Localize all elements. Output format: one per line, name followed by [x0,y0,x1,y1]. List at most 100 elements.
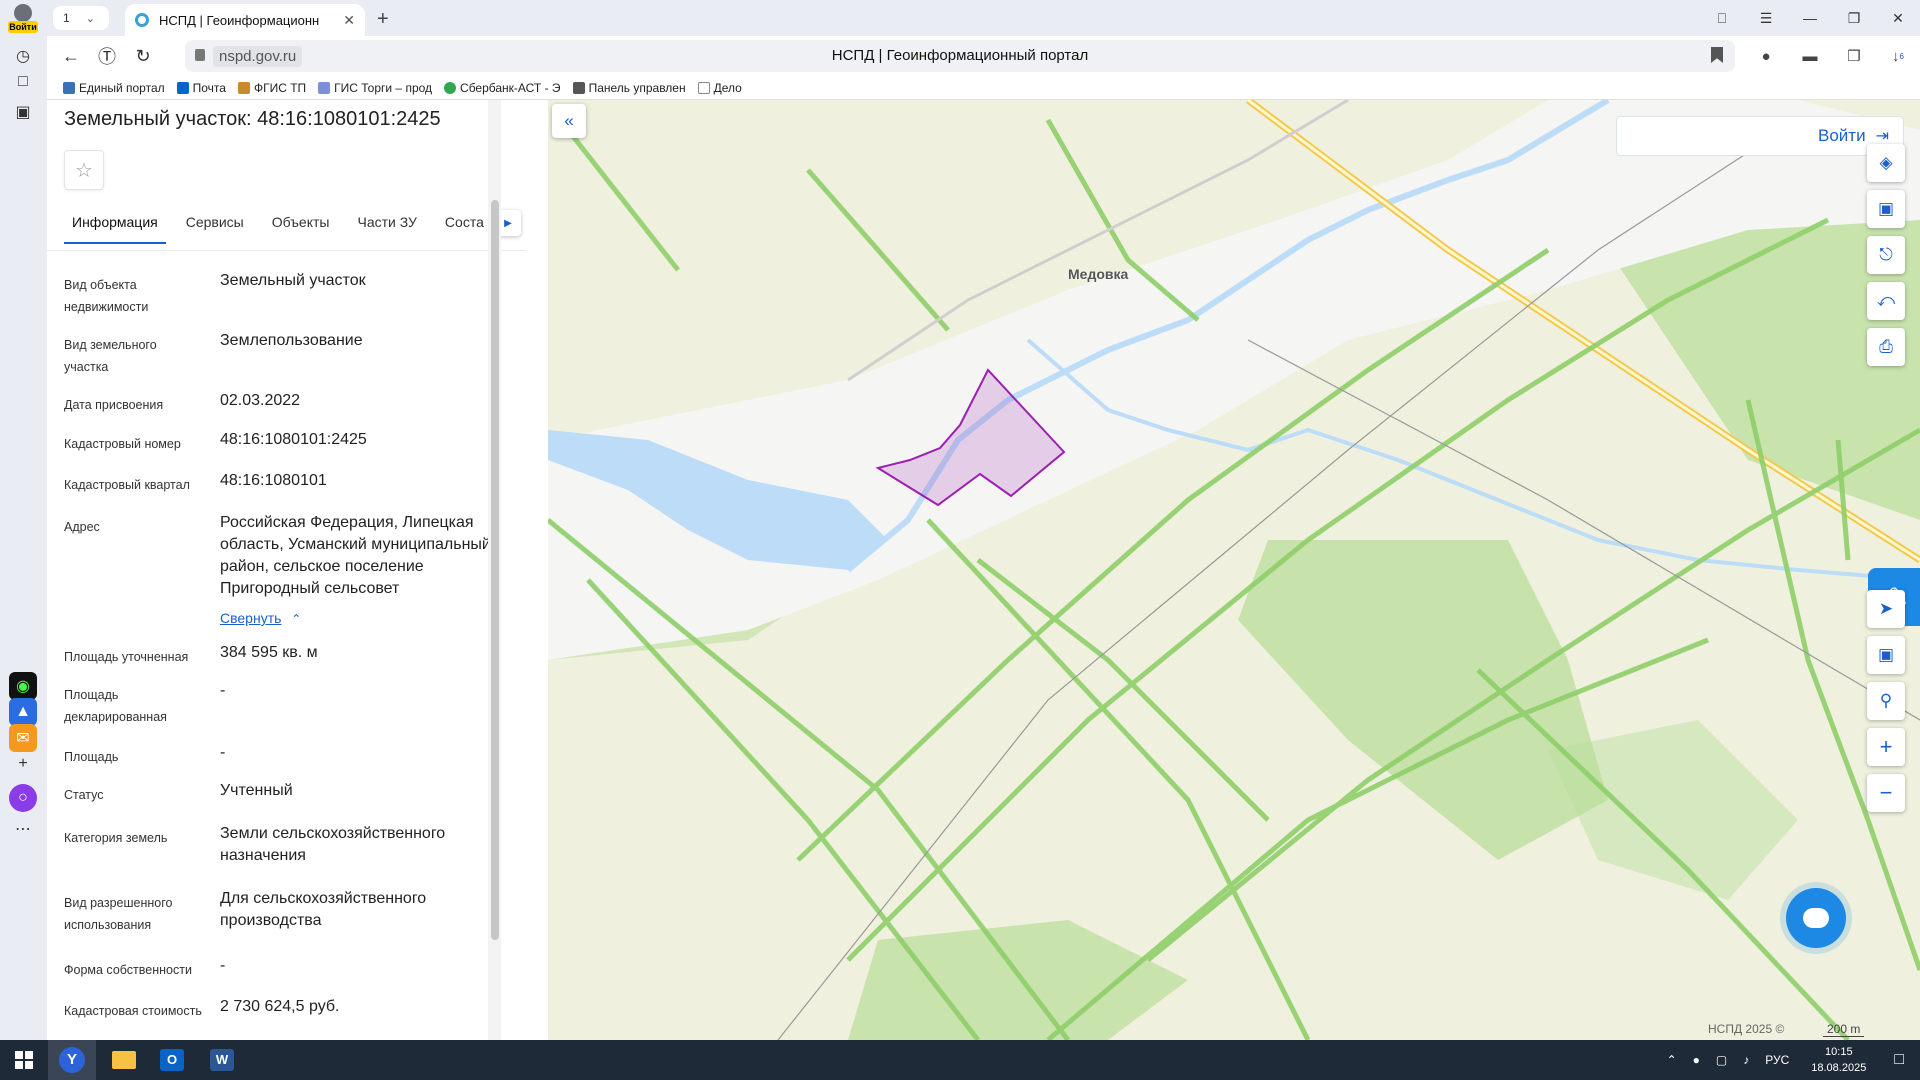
downloads-icon[interactable]: ↓ 6 [1876,40,1920,72]
bookmark-item[interactable]: Почта [176,81,226,95]
geolocation-icon[interactable]: ➤ [1867,590,1905,628]
language-indicator[interactable]: РУС [1765,1053,1789,1067]
network-icon[interactable]: ▢ [1716,1053,1727,1067]
profile-login-button[interactable]: Войти [6,4,40,34]
info-value: 384 595 кв. м [220,644,318,661]
tabs-panel-icon[interactable]: □ [9,68,37,96]
tab-composition[interactable]: Соста [437,210,492,244]
app-icon-messenger[interactable]: ▲ [9,698,37,726]
new-tab-icon[interactable]: + [377,8,389,31]
panel-tabs: Информация Сервисы Объекты Части ЗУ Сост… [64,210,509,244]
more-icon[interactable]: ⋯ [9,815,37,843]
taskbar-outlook-icon[interactable]: O [148,1040,196,1080]
bookmark-item[interactable]: Единый портал [63,81,165,95]
back-icon[interactable]: ← [59,44,83,68]
bookmarks-bar: Единый портал Почта ФГИС ТП ГИС Торги – … [47,76,1920,100]
info-label: Площадь декларированная [64,688,167,724]
tab-services[interactable]: Сервисы [178,210,252,244]
info-label: Адрес [64,520,100,534]
share-icon[interactable]: ⤺ [1867,282,1905,320]
object-info-panel: Земельный участок: 48:16:1080101:2425 ☆ … [47,100,535,1040]
map-login-button[interactable]: Войти ⇥ [1616,116,1904,156]
layers-icon[interactable]: ◈ [1867,144,1905,182]
address-bar-row: ← Ⓣ ↻ nspd.gov.ru НСПД | Геоинформационн… [47,36,1920,76]
taskbar-explorer-icon[interactable] [100,1040,148,1080]
bookmark-item[interactable]: Сбербанк-АСТ - Э [444,81,561,95]
document-icon [697,81,710,94]
tab-strip: 1 ⌄ НСПД | Геоинформационн ✕ + ⎕ ☰ — ❐ ✕ [47,0,1920,36]
scrollbar-thumb[interactable] [491,200,499,940]
address-bar[interactable]: nspd.gov.ru НСПД | Геоинформационный пор… [185,40,1735,72]
bookmark-item[interactable]: Дело [697,81,742,95]
info-value: Учтенный [220,782,293,799]
bookmark-favicon-icon [444,81,457,94]
zoom-out-icon[interactable]: − [1867,774,1905,812]
windows-taskbar: Y O W ⌃ ● ▢ ♪ РУС 10:15 18.08.2025 □ [0,1040,1920,1080]
info-label: Кадастровый квартал [64,478,190,492]
bookmarks-panel-icon[interactable]: ⎕ [1700,0,1744,36]
notifications-icon[interactable]: ☰ [1744,0,1788,36]
extension-icon[interactable]: ● [1744,40,1788,72]
collapse-panel-icon[interactable]: « [552,104,586,138]
tab-count: 1 [63,11,70,25]
bookmark-favicon-icon [572,81,585,94]
map-canvas[interactable] [548,100,1920,1040]
ruler-icon[interactable]: ▣ [1867,190,1905,228]
collapse-link[interactable]: Свернуть [220,610,281,626]
tab-objects[interactable]: Объекты [264,210,338,244]
add-app-icon[interactable]: + [9,750,37,778]
screenshot-icon[interactable]: ▣ [9,98,37,126]
bookmark-item[interactable]: ГИС Торги – прод [318,81,432,95]
nspd-favicon-icon [135,13,149,27]
taskbar-word-icon[interactable]: W [198,1040,246,1080]
tab-information[interactable]: Информация [64,210,166,244]
star-icon[interactable]: ☆ [64,150,104,190]
microphone-icon[interactable]: ● [1693,1053,1700,1067]
info-value: Землепользование [220,332,363,349]
reload-icon[interactable]: ↻ [131,44,155,68]
info-label: Вид объекта недвижимости [64,278,149,314]
map-view[interactable]: « Войти ⇥ Медовка ◈ ▣ ⎋ ⤺ ⎙ ✎ ➤ ▣ ⚲ + − … [548,100,1920,1040]
zoom-in-icon[interactable]: + [1867,728,1905,766]
info-label: Вид разрешенного использования [64,896,173,932]
history-icon[interactable]: ◷ [9,42,37,70]
page-title-in-address[interactable]: НСПД | Геоинформационный портал [185,47,1735,64]
app-icon-mail[interactable]: ✉ [9,724,37,752]
collections-icon[interactable]: ❒ [1832,40,1876,72]
divider [47,250,525,251]
volume-icon[interactable]: ♪ [1743,1053,1749,1067]
restore-icon[interactable]: ❐ [1832,0,1876,36]
info-label: Вид земельного участка [64,338,157,374]
chat-assistant-icon[interactable] [1786,888,1846,948]
location-search-icon[interactable]: ⚲ [1867,682,1905,720]
notification-center-icon[interactable]: □ [1894,1051,1904,1069]
area-search-icon[interactable]: ⎋ [1867,236,1905,274]
app-icon-alice-tv[interactable]: ◉ [9,672,37,700]
panel-scrollbar[interactable] [488,100,501,1040]
close-window-icon[interactable]: ✕ [1876,0,1920,36]
tab-parts[interactable]: Части ЗУ [349,210,424,244]
info-label: Кадастровый номер [64,437,181,451]
tray-overflow-icon[interactable]: ⌃ [1667,1053,1677,1067]
taskbar-clock[interactable]: 10:15 18.08.2025 [1811,1044,1866,1076]
yandex-logo-icon[interactable]: Ⓣ [95,44,119,68]
clock-date: 18.08.2025 [1811,1062,1867,1074]
map-scale: 200 m [1823,1022,1865,1037]
bookmark-item[interactable]: Панель управлен [572,81,686,95]
close-tab-icon[interactable]: ✕ [343,12,355,29]
panel-title: Земельный участок: 48:16:1080101:2425 [64,108,441,130]
alice-assistant-icon[interactable]: ○ [9,784,37,812]
minimize-icon[interactable]: — [1788,0,1832,36]
taskbar-yandex-browser-icon[interactable]: Y [48,1040,96,1080]
windows-start-icon[interactable] [0,1040,48,1080]
village-label: Медовка [1068,266,1129,282]
browser-tab-active[interactable]: НСПД | Геоинформационн ✕ [125,4,365,36]
info-value: 2 730 624,5 руб. [220,998,340,1015]
vpn-icon[interactable]: ▬ [1788,40,1832,72]
chevron-down-icon: ⌄ [85,12,95,25]
minimap-icon[interactable]: ▣ [1867,636,1905,674]
windows-logo-icon [15,1051,33,1069]
bookmark-item[interactable]: ФГИС ТП [237,81,306,95]
tab-counter-button[interactable]: 1 ⌄ [53,6,109,30]
print-icon[interactable]: ⎙ [1867,328,1905,366]
